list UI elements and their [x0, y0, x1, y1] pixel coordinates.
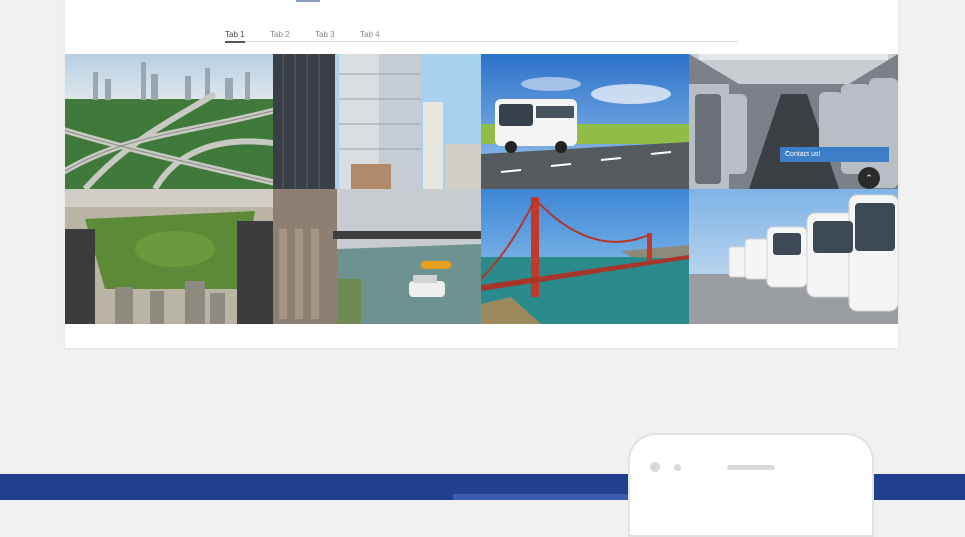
phone-speaker-icon	[727, 465, 775, 470]
contact-us-button[interactable]: Contact us! ⌃	[780, 147, 889, 162]
tab-3[interactable]: Tab 3	[315, 30, 335, 39]
phone-camera-icon	[650, 462, 660, 472]
top-accent-line	[296, 0, 320, 2]
chevron-up-icon: ⌃	[865, 173, 873, 183]
tab-bar: Tab 1 Tab 2 Tab 3 Tab 4	[225, 28, 738, 43]
tab-1[interactable]: Tab 1	[225, 30, 245, 43]
bus-fleet-image[interactable]	[689, 189, 898, 324]
tab-4[interactable]: Tab 4	[360, 30, 380, 39]
chevron-up-icon: ⌃	[785, 151, 791, 158]
tab-2[interactable]: Tab 2	[270, 30, 290, 39]
chicago-river-boats-image[interactable]	[273, 189, 481, 324]
tabs-card: Tab 1 Tab 2 Tab 3 Tab 4	[65, 0, 898, 348]
central-park-aerial-image[interactable]	[65, 189, 273, 324]
highway-interchange-image[interactable]	[65, 54, 273, 189]
scroll-to-top-button[interactable]: ⌃	[858, 167, 880, 189]
phone-sensor-icon	[674, 464, 681, 471]
image-gallery	[65, 54, 898, 324]
golden-gate-bridge-image[interactable]	[481, 189, 689, 324]
coach-bus-on-road-image[interactable]	[481, 54, 689, 189]
skyscrapers-image[interactable]	[273, 54, 481, 189]
phone-mockup	[628, 433, 874, 537]
